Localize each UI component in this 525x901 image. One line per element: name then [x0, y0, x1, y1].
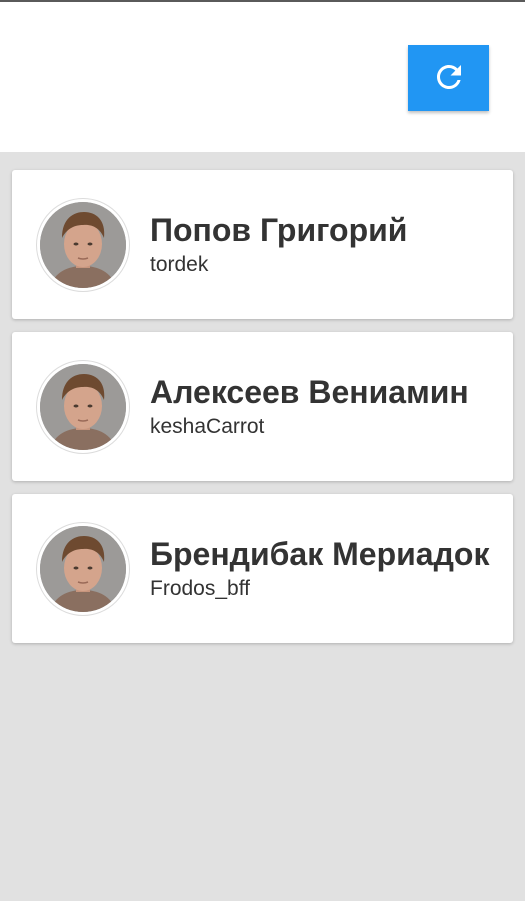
user-card[interactable]: Брендибак Мериадок Frodos_bff — [12, 494, 513, 643]
user-name: Брендибак Мериадок — [150, 535, 490, 572]
user-login: keshaCarrot — [150, 414, 265, 438]
user-info: Попов Григорий tordek — [150, 170, 503, 319]
user-photo — [40, 526, 126, 612]
user-login: tordek — [150, 252, 209, 276]
user-photo — [40, 364, 126, 450]
user-card[interactable]: Попов Григорий tordek — [12, 170, 513, 319]
user-photo — [40, 202, 126, 288]
avatar — [36, 522, 130, 616]
refresh-icon — [431, 59, 467, 98]
user-name: Попов Григорий — [150, 211, 408, 248]
app-header — [0, 2, 525, 152]
user-list: Попов Григорий tordek Алексеев Вениамин — [12, 170, 513, 656]
user-name: Алексеев Вениамин — [150, 373, 469, 410]
user-info: Брендибак Мериадок Frodos_bff — [150, 494, 503, 643]
refresh-button[interactable] — [408, 45, 489, 111]
avatar — [36, 360, 130, 454]
avatar — [36, 198, 130, 292]
user-card[interactable]: Алексеев Вениамин keshaCarrot — [12, 332, 513, 481]
user-login: Frodos_bff — [150, 576, 251, 600]
user-info: Алексеев Вениамин keshaCarrot — [150, 332, 503, 481]
